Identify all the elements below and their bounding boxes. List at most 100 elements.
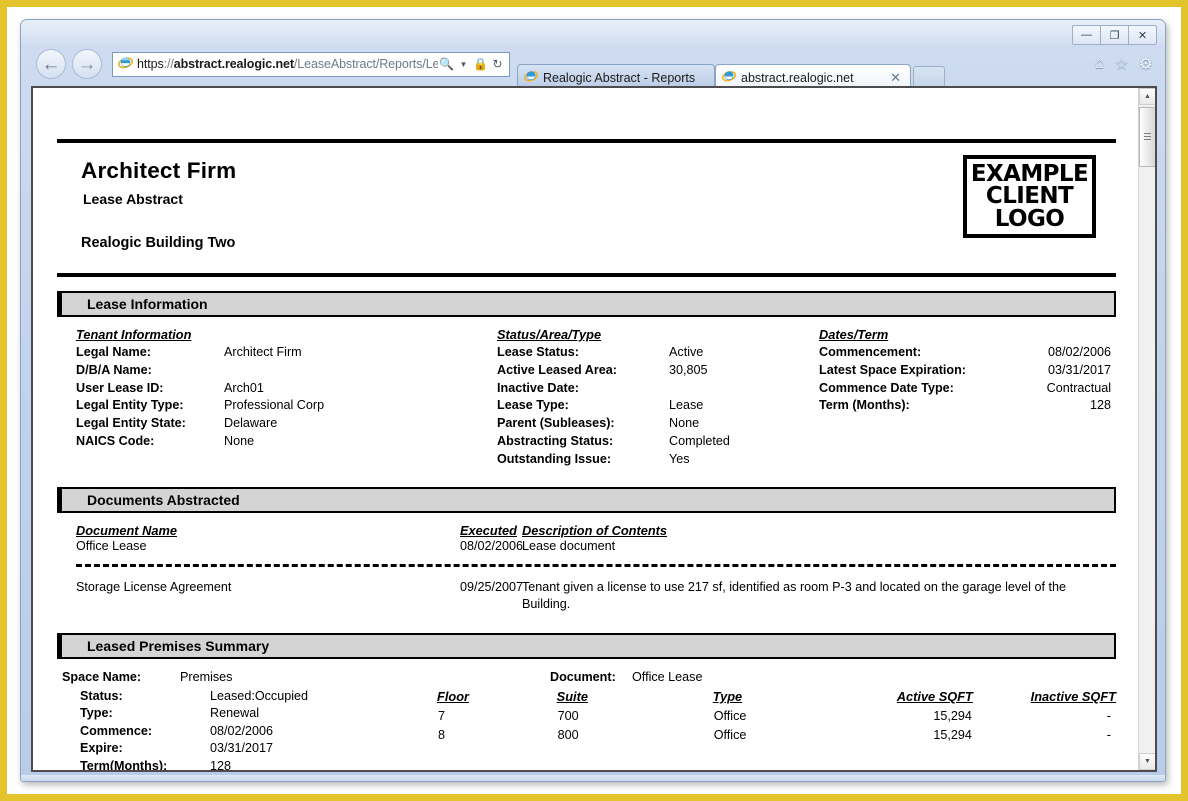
cell-description: Tenant given a license to use 217 sf, id…	[522, 579, 1066, 611]
back-button[interactable]: ←	[36, 49, 66, 79]
documents-abstracted-table: Document Name Executed Description of Co…	[57, 523, 1116, 613]
vertical-scrollbar[interactable]: ▲ ▼	[1138, 88, 1155, 770]
column-header-description: Description of Contents	[522, 522, 668, 538]
url-text: https://abstract.realogic.net/LeaseAbstr…	[137, 57, 438, 71]
search-icon[interactable]: 🔍	[438, 57, 455, 71]
table-row: Storage License Agreement 09/25/2007 Ten…	[76, 579, 1116, 613]
maximize-button[interactable]: ❐	[1100, 25, 1129, 45]
logo-line-3: LOGO	[994, 205, 1065, 232]
cell-floor: 7	[438, 708, 446, 723]
field-label: Commence Date Type:	[819, 380, 954, 395]
window-bottom-edge	[21, 775, 1165, 781]
cell-active-sqft: 15,294	[933, 708, 972, 723]
cell-active-sqft: 15,294	[933, 728, 972, 743]
space-name-label: Space Name:	[62, 669, 142, 684]
field-row: Latest Space Expiration: 03/31/2017	[819, 362, 1115, 380]
field-value: None	[669, 416, 700, 431]
lock-icon[interactable]: 🔒	[472, 57, 489, 71]
favorites-icon[interactable]: ☆	[1114, 54, 1128, 74]
forward-button[interactable]: →	[72, 49, 102, 79]
field-row: Outstanding Issue: Yes	[497, 451, 819, 469]
field-value: Professional Corp	[224, 398, 325, 413]
field-row: Active Leased Area: 30,805	[497, 362, 819, 380]
field-value: Lease	[669, 398, 704, 413]
back-arrow-icon: ←	[41, 53, 61, 75]
field-row: Expire: 03/31/2017	[80, 740, 437, 758]
building-name: Realogic Building Two	[81, 235, 236, 251]
field-label: Inactive Date:	[497, 380, 579, 395]
field-row: Legal Entity State: Delaware	[76, 415, 497, 433]
cell-suite: 700	[557, 708, 579, 723]
field-row: Parent (Subleases): None	[497, 415, 819, 433]
close-icon[interactable]: ✕	[887, 70, 904, 86]
scrollbar-thumb[interactable]	[1139, 107, 1155, 167]
settings-gear-icon[interactable]: ⚙	[1139, 54, 1153, 74]
row-separator	[76, 563, 1116, 567]
section-header-leased-premises-summary: Leased Premises Summary	[57, 632, 1116, 659]
field-row: Legal Name: Architect Firm	[76, 344, 497, 362]
close-button[interactable]: ✕	[1128, 25, 1157, 45]
field-label: Status:	[80, 688, 123, 703]
address-bar[interactable]: https://abstract.realogic.net/LeaseAbstr…	[112, 51, 510, 77]
table-row: 7 700 Office 15,294 -	[437, 707, 1116, 727]
column-header-active-sqft: Active SQFT	[896, 688, 973, 704]
field-label: Active Leased Area:	[497, 362, 617, 377]
field-value: Architect Firm	[224, 345, 302, 359]
cell-document-name: Storage License Agreement	[76, 579, 232, 594]
field-label: Commence:	[80, 723, 153, 738]
field-value: Contractual	[1046, 380, 1111, 395]
minimize-button[interactable]: —	[1072, 25, 1101, 45]
dates-term-group: Dates/Term Commencement: 08/02/2006 Late…	[819, 327, 1115, 469]
space-table: Floor Suite Type Active SQFT Inactive SQ…	[437, 688, 1116, 746]
chevron-down-icon[interactable]: ▼	[455, 60, 472, 69]
field-row: Abstracting Status: Completed	[497, 433, 819, 451]
field-label: Abstracting Status:	[497, 433, 614, 448]
cell-executed: 08/02/2006	[460, 538, 524, 553]
browser-navigation-row: ← → https://abstract.realogic.net/LeaseA…	[21, 44, 1165, 90]
field-row: Lease Type: Lease	[497, 397, 819, 415]
field-label: Type:	[80, 706, 113, 721]
field-label: User Lease ID:	[76, 380, 164, 395]
space-name-value: Premises	[180, 669, 233, 684]
field-row: Lease Status: Active	[497, 344, 819, 362]
scroll-up-button[interactable]: ▲	[1139, 88, 1155, 105]
group-title: Dates/Term	[819, 327, 889, 342]
internet-explorer-icon	[118, 55, 133, 73]
field-value: Completed	[669, 433, 730, 448]
field-label: Expire:	[80, 741, 123, 756]
space-name-row: Space Name: Premises Document: Office Le…	[62, 668, 1116, 686]
document-label: Document:	[550, 669, 616, 684]
scroll-down-button[interactable]: ▼	[1139, 753, 1155, 770]
field-label: D/B/A Name:	[76, 362, 152, 377]
field-row: Inactive Date:	[497, 380, 819, 398]
field-value: 03/31/2017	[210, 741, 274, 756]
home-icon[interactable]: ⌂	[1095, 55, 1105, 73]
cell-executed: 09/25/2007	[460, 579, 524, 594]
section-header-lease-information: Lease Information	[57, 291, 1116, 317]
forward-arrow-icon: →	[77, 53, 97, 75]
field-label: Term (Months):	[819, 398, 910, 413]
refresh-icon[interactable]: ↻	[489, 57, 506, 71]
field-label: Parent (Subleases):	[497, 416, 615, 431]
tab-strip: Realogic Abstract - Reports abstract.rea…	[517, 44, 945, 90]
cell-document-name: Office Lease	[76, 538, 147, 553]
group-title: Status/Area/Type	[497, 327, 602, 342]
field-value: 08/02/2006	[1047, 345, 1111, 359]
field-label: Lease Type:	[497, 398, 569, 413]
field-row: User Lease ID: Arch01	[76, 380, 497, 398]
report-header: Architect Firm Lease Abstract Realogic B…	[57, 143, 1116, 263]
field-value: Active	[669, 345, 704, 359]
field-value: 08/02/2006	[210, 723, 274, 738]
lease-abstract-report: Architect Firm Lease Abstract Realogic B…	[33, 88, 1140, 770]
logo-line-1: EXAMPLE	[970, 161, 1089, 188]
field-label: Commencement:	[819, 345, 922, 359]
table-header-row: Document Name Executed Description of Co…	[76, 523, 1116, 538]
lease-information-columns: Tenant Information Legal Name: Architect…	[57, 327, 1116, 469]
field-row: NAICS Code: None	[76, 433, 497, 451]
cell-inactive-sqft: -	[1106, 708, 1111, 723]
field-value: Renewal	[210, 706, 260, 721]
scrollbar-grip-icon	[1144, 132, 1151, 142]
field-value: Yes	[669, 451, 690, 466]
field-value: 128	[210, 758, 232, 770]
column-header-document-name: Document Name	[76, 522, 177, 538]
